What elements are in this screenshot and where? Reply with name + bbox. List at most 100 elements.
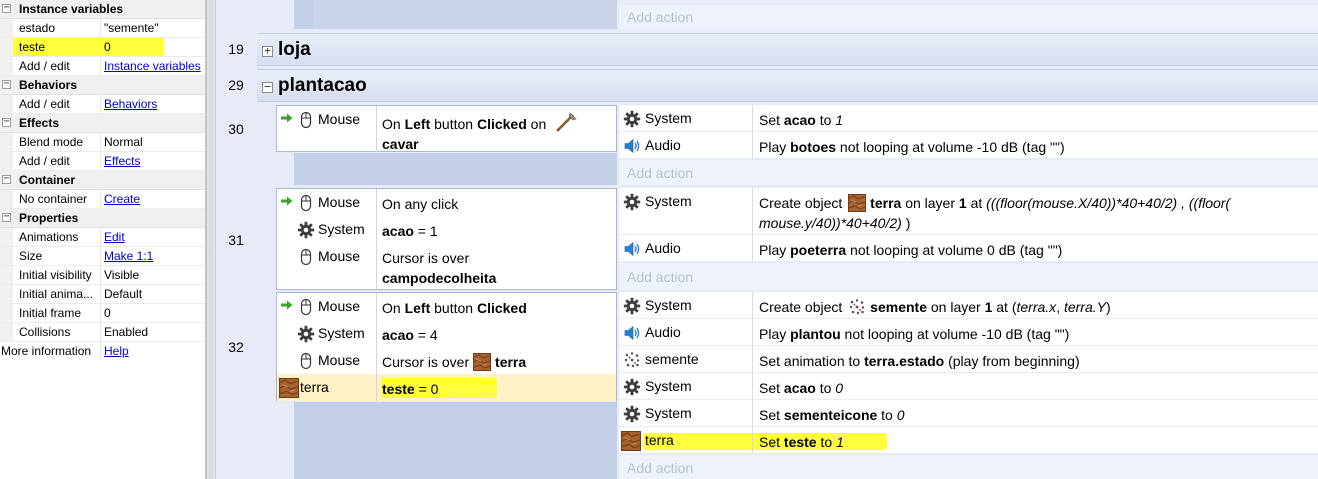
prop-row-size[interactable]: Size Make 1:1 (0, 247, 205, 266)
gear-icon (623, 110, 641, 128)
prop-row-estado[interactable]: estado "semente" (0, 19, 205, 38)
action-object: Audio (645, 324, 681, 340)
event-sheet: Add action 19 + loja 29 − plantacao 30 M… (216, 0, 1318, 479)
terra-tile-icon (621, 431, 641, 451)
prop-value[interactable]: Default (104, 287, 142, 301)
prop-value[interactable]: Enabled (104, 325, 148, 339)
condition-row[interactable]: Mouse Cursor is over terra (277, 347, 616, 374)
action-text: Create object semente on layer 1 at (ter… (759, 299, 1111, 315)
add-action-row[interactable]: Add action (619, 5, 1318, 29)
group-loja[interactable]: + loja (257, 33, 1318, 66)
add-action-row[interactable]: Add action (619, 455, 1318, 479)
expand-icon[interactable]: + (262, 45, 273, 57)
prop-row-add-edit-effects[interactable]: Add / edit Effects (0, 152, 205, 171)
action-text: Play botoes not looping at volume -10 dB… (759, 139, 1065, 155)
effects-link[interactable]: Effects (104, 154, 140, 168)
condition-row-selected[interactable]: terra teste = 0 (277, 374, 616, 401)
event-31-conditions[interactable]: Mouse On any click System acao = 1 Mouse… (276, 188, 617, 290)
action-row[interactable]: Audio Play botoes not looping at volume … (619, 132, 1318, 159)
action-row[interactable]: System Set sementeicone to 0 (619, 400, 1318, 427)
prop-value[interactable]: 0 (104, 40, 111, 54)
action-object: terra (645, 432, 674, 448)
action-object: semente (645, 351, 699, 367)
prop-row-initial-animation[interactable]: Initial anima... Default (0, 285, 205, 304)
prop-row-add-edit-behaviors[interactable]: Add / edit Behaviors (0, 95, 205, 114)
trigger-arrow-icon (281, 300, 293, 310)
event-32-conditions[interactable]: Mouse On Left button Clicked System acao… (276, 292, 617, 401)
condition-block-fill (294, 402, 617, 479)
action-row[interactable]: Audio Play poeterra not looping at volum… (619, 235, 1318, 262)
section-container[interactable]: − Container (0, 171, 205, 190)
prop-row-no-container[interactable]: No container Create (0, 190, 205, 209)
section-effects[interactable]: − Effects (0, 114, 205, 133)
collapse-icon[interactable]: − (2, 117, 11, 127)
prop-name: Add / edit (19, 59, 70, 73)
collapse-icon[interactable]: − (2, 3, 11, 13)
add-action-link[interactable]: Add action (627, 165, 693, 181)
condition-object: Mouse (318, 298, 361, 314)
edit-link[interactable]: Edit (104, 230, 125, 244)
add-action-link[interactable]: Add action (627, 460, 693, 476)
add-action-link[interactable]: Add action (627, 9, 693, 25)
gear-icon (623, 378, 641, 396)
section-title: Container (19, 173, 76, 187)
prop-value[interactable]: Visible (104, 268, 139, 282)
mouse-icon (297, 194, 315, 212)
condition-row[interactable]: System acao = 4 (277, 320, 616, 347)
condition-row[interactable]: System acao = 1 (277, 216, 616, 243)
prop-value[interactable]: "semente" (104, 21, 159, 35)
prop-row-more-information: More information Help (0, 342, 205, 361)
group-plantacao[interactable]: − plantacao (257, 69, 1318, 102)
prop-row-initial-visibility[interactable]: Initial visibility Visible (0, 266, 205, 285)
prop-row-blend-mode[interactable]: Blend mode Normal (0, 133, 205, 152)
prop-row-add-edit-variables[interactable]: Add / edit Instance variables (0, 57, 205, 76)
hoe-icon (554, 111, 578, 133)
action-row[interactable]: System Create object terra on layer 1 at… (619, 188, 1318, 235)
add-action-link[interactable]: Add action (627, 269, 693, 285)
section-instance-variables[interactable]: − Instance variables (0, 0, 205, 19)
action-row[interactable]: System Set acao to 0 (619, 373, 1318, 400)
action-row[interactable]: semente Set animation to terra.estado (p… (619, 346, 1318, 373)
condition-object: Mouse (318, 194, 361, 210)
action-row[interactable]: System Set acao to 1 (619, 105, 1318, 132)
group-title: loja (278, 39, 311, 60)
action-row[interactable]: System Create object semente on layer 1 … (619, 292, 1318, 319)
add-action-row[interactable]: Add action (619, 160, 1318, 185)
panel-splitter[interactable] (206, 0, 216, 479)
prop-value[interactable]: Normal (104, 135, 143, 149)
action-object: System (645, 193, 692, 209)
behaviors-link[interactable]: Behaviors (104, 97, 157, 111)
speaker-icon (623, 324, 641, 342)
event-30-conditions[interactable]: Mouse On Left button Clicked on cavar (276, 105, 617, 152)
condition-row[interactable]: Mouse On any click (277, 189, 616, 216)
collapse-icon[interactable]: − (2, 212, 11, 222)
add-action-row[interactable]: Add action (619, 263, 1318, 290)
prop-row-collisions[interactable]: Collisions Enabled (0, 323, 205, 342)
prop-name: teste (19, 40, 46, 54)
collapse-icon[interactable]: − (262, 81, 273, 93)
action-row[interactable]: Audio Play plantou not looping at volume… (619, 319, 1318, 346)
help-link[interactable]: Help (104, 344, 129, 358)
seed-icon (623, 351, 641, 369)
action-row[interactable]: terra Set teste to 1 (619, 427, 1318, 454)
section-behaviors[interactable]: − Behaviors (0, 76, 205, 95)
collapse-icon[interactable]: − (2, 174, 11, 184)
prop-row-teste[interactable]: teste 0 (0, 38, 205, 57)
collapse-icon[interactable]: − (2, 79, 11, 89)
condition-row[interactable]: Mouse On Left button Clicked (277, 293, 616, 320)
terra-tile-icon (279, 378, 299, 398)
create-link[interactable]: Create (104, 192, 140, 206)
action-text: Set acao to 0 (759, 380, 844, 396)
action-text: Set teste to 1 (759, 434, 844, 450)
action-text: Set acao to 1 (759, 112, 844, 128)
instance-variables-link[interactable]: Instance variables (104, 59, 201, 73)
prop-value[interactable]: 0 (104, 306, 111, 320)
make-1-1-link[interactable]: Make 1:1 (104, 249, 153, 263)
action-object: System (645, 405, 692, 421)
condition-row[interactable]: Mouse On Left button Clicked on cavar (277, 106, 616, 152)
prop-name: Blend mode (19, 135, 84, 149)
prop-row-animations[interactable]: Animations Edit (0, 228, 205, 247)
section-properties[interactable]: − Properties (0, 209, 205, 228)
condition-row[interactable]: Mouse Cursor is over campodecolheita (277, 243, 616, 289)
prop-row-initial-frame[interactable]: Initial frame 0 (0, 304, 205, 323)
